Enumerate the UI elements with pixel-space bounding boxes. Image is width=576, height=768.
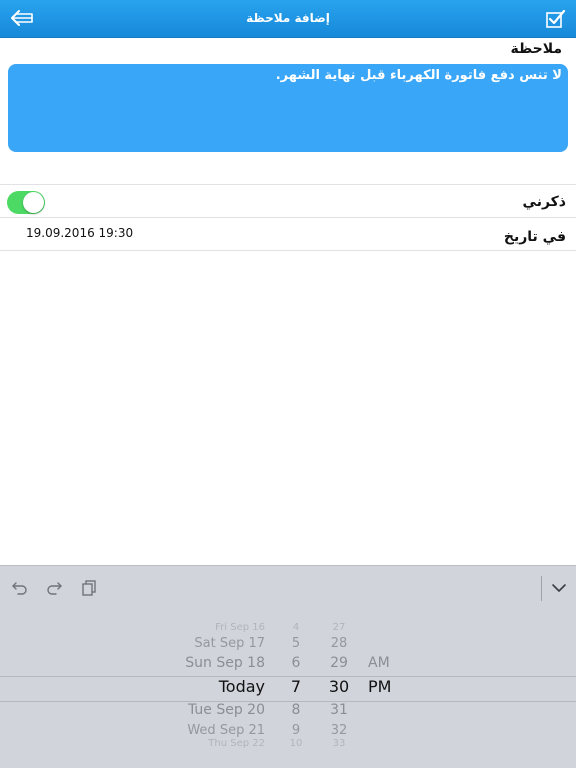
picker-date-option[interactable]: Tue Sep 20 (188, 702, 265, 718)
picker-hour-option[interactable]: 8 (284, 702, 308, 718)
picker-minute-option[interactable]: 32 (324, 723, 354, 738)
date-time-picker-panel: Fri Sep 16 Sat Sep 17 Sun Sep 18 Today Tue S… (0, 565, 576, 768)
redo-button[interactable] (45, 579, 63, 597)
paste-button[interactable] (80, 579, 98, 597)
picker-date-option[interactable]: Wed Sep 21 (187, 723, 265, 738)
picker-minute-option[interactable]: 33 (324, 738, 354, 749)
picker-minute-option[interactable]: 29 (324, 655, 354, 671)
picker-hour-option[interactable]: 9 (284, 723, 308, 738)
divider (0, 217, 576, 218)
note-text-area[interactable]: لا تنس دفع فاتورة الكهرباء قبل نهاية الش… (8, 64, 568, 152)
picker-hour-option[interactable]: 7 (284, 677, 308, 696)
add-note-screen: إضافة ملاحظة ملاحظة لا تنس دفع فاتورة ال… (0, 0, 576, 768)
picker-date-option[interactable]: Today (219, 677, 265, 696)
page-title: إضافة ملاحظة (246, 11, 330, 25)
picker-minute-option[interactable]: 28 (324, 636, 354, 651)
picker-hour-option[interactable]: 6 (284, 655, 308, 671)
toolbar-separator (541, 576, 542, 601)
date-value[interactable]: 19.09.2016 19:30 (26, 226, 133, 240)
picker-ampm-option[interactable]: PM (368, 677, 391, 696)
picker-minute-option[interactable]: 27 (324, 622, 354, 633)
picker-hour-option[interactable]: 4 (284, 622, 308, 633)
picker-date-option[interactable]: Sat Sep 17 (194, 636, 265, 651)
paste-icon (82, 580, 96, 596)
toggle-knob (23, 192, 44, 213)
undo-icon (12, 582, 27, 595)
picker-minute-option[interactable]: 31 (324, 702, 354, 718)
divider (0, 250, 576, 251)
dismiss-keyboard-button[interactable] (550, 579, 568, 597)
undo-button[interactable] (11, 579, 29, 597)
remind-toggle[interactable] (7, 191, 45, 214)
picker-hour-option[interactable]: 5 (284, 636, 308, 651)
note-label: ملاحظة (510, 41, 562, 57)
redo-icon (47, 582, 62, 595)
date-label: في تاريخ (503, 229, 566, 245)
picker-date-option[interactable]: Fri Sep 16 (215, 622, 265, 633)
checkbox-check-icon (546, 9, 566, 28)
divider (0, 184, 576, 185)
picker-ampm-option[interactable]: AM (368, 655, 390, 671)
picker-date-option[interactable]: Thu Sep 22 (208, 738, 265, 749)
picker-date-option[interactable]: Sun Sep 18 (185, 655, 265, 671)
save-button[interactable] (545, 8, 567, 30)
picker-hour-option[interactable]: 10 (284, 738, 308, 749)
chevron-down-icon (552, 584, 566, 592)
navigation-bar: إضافة ملاحظة (0, 0, 576, 38)
remind-label: ذكرني (522, 194, 566, 210)
picker-minute-option[interactable]: 30 (324, 677, 354, 696)
